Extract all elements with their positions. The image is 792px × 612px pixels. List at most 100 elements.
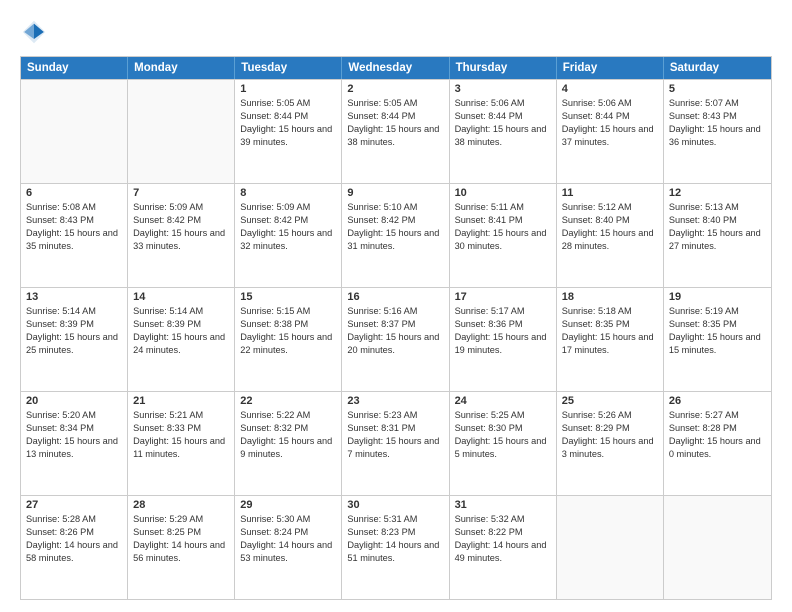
day-number: 31	[455, 499, 551, 511]
cell-info: Sunrise: 5:09 AM Sunset: 8:42 PM Dayligh…	[240, 201, 336, 253]
week-row-3: 13 Sunrise: 5:14 AM Sunset: 8:39 PM Dayli…	[21, 287, 771, 391]
cell-info: Sunrise: 5:28 AM Sunset: 8:26 PM Dayligh…	[26, 513, 122, 565]
cell-info: Sunrise: 5:07 AM Sunset: 8:43 PM Dayligh…	[669, 97, 766, 149]
cal-cell-18: 18Sunrise: 5:18 AM Sunset: 8:35 PM Dayli…	[557, 288, 664, 391]
day-number: 5	[669, 83, 766, 95]
logo	[20, 18, 54, 46]
cell-info: Sunrise: 5:09 AM Sunset: 8:42 PM Dayligh…	[133, 201, 229, 253]
day-header-saturday: Saturday	[664, 57, 771, 79]
calendar-header: SundayMondayTuesdayWednesdayThursdayFrid…	[21, 57, 771, 79]
cal-cell-30: 30 Sunrise: 5:31 AM Sunset: 8:23 PM Dayli…	[342, 496, 449, 599]
cal-cell-6: 6 Sunrise: 5:08 AM Sunset: 8:43 PM Daylig…	[21, 184, 128, 287]
day-number: 11	[562, 187, 658, 199]
day-header-sunday: Sunday	[21, 57, 128, 79]
cal-cell-26: 26Sunrise: 5:27 AM Sunset: 8:28 PM Dayli…	[664, 392, 771, 495]
day-header-friday: Friday	[557, 57, 664, 79]
cal-cell-13: 13 Sunrise: 5:14 AM Sunset: 8:39 PM Dayli…	[21, 288, 128, 391]
day-header-tuesday: Tuesday	[235, 57, 342, 79]
cell-info: Sunrise: 5:05 AM Sunset: 8:44 PM Dayligh…	[347, 97, 443, 149]
cell-info: Sunrise: 5:10 AM Sunset: 8:42 PM Dayligh…	[347, 201, 443, 253]
cal-cell-25: 25Sunrise: 5:26 AM Sunset: 8:29 PM Dayli…	[557, 392, 664, 495]
day-number: 27	[26, 499, 122, 511]
cal-cell-8: 8 Sunrise: 5:09 AM Sunset: 8:42 PM Daylig…	[235, 184, 342, 287]
cell-info: Sunrise: 5:30 AM Sunset: 8:24 PM Dayligh…	[240, 513, 336, 565]
day-number: 29	[240, 499, 336, 511]
cal-cell-29: 29 Sunrise: 5:30 AM Sunset: 8:24 PM Dayli…	[235, 496, 342, 599]
day-number: 2	[347, 83, 443, 95]
cal-cell-24: 24Sunrise: 5:25 AM Sunset: 8:30 PM Dayli…	[450, 392, 557, 495]
cell-info: Sunrise: 5:25 AM Sunset: 8:30 PM Dayligh…	[455, 409, 551, 461]
cell-info: Sunrise: 5:11 AM Sunset: 8:41 PM Dayligh…	[455, 201, 551, 253]
cal-cell-12: 12Sunrise: 5:13 AM Sunset: 8:40 PM Dayli…	[664, 184, 771, 287]
day-header-monday: Monday	[128, 57, 235, 79]
day-number: 4	[562, 83, 658, 95]
day-number: 7	[133, 187, 229, 199]
day-number: 26	[669, 395, 766, 407]
cell-info: Sunrise: 5:32 AM Sunset: 8:22 PM Dayligh…	[455, 513, 551, 565]
day-number: 19	[669, 291, 766, 303]
cell-info: Sunrise: 5:16 AM Sunset: 8:37 PM Dayligh…	[347, 305, 443, 357]
cell-info: Sunrise: 5:29 AM Sunset: 8:25 PM Dayligh…	[133, 513, 229, 565]
cal-cell-27: 27 Sunrise: 5:28 AM Sunset: 8:26 PM Dayli…	[21, 496, 128, 599]
cal-cell-20: 20 Sunrise: 5:20 AM Sunset: 8:34 PM Dayli…	[21, 392, 128, 495]
cell-info: Sunrise: 5:23 AM Sunset: 8:31 PM Dayligh…	[347, 409, 443, 461]
day-number: 10	[455, 187, 551, 199]
cal-cell-23: 23 Sunrise: 5:23 AM Sunset: 8:31 PM Dayli…	[342, 392, 449, 495]
cal-cell-19: 19 Sunrise: 5:19 AM Sunset: 8:35 PM Dayli…	[664, 288, 771, 391]
cell-info: Sunrise: 5:14 AM Sunset: 8:39 PM Dayligh…	[26, 305, 122, 357]
cell-info: Sunrise: 5:31 AM Sunset: 8:23 PM Dayligh…	[347, 513, 443, 565]
cell-info: Sunrise: 5:14 AM Sunset: 8:39 PM Dayligh…	[133, 305, 229, 357]
cell-info: Sunrise: 5:26 AM Sunset: 8:29 PM Dayligh…	[562, 409, 658, 461]
day-header-thursday: Thursday	[450, 57, 557, 79]
cal-cell-14: 14Sunrise: 5:14 AM Sunset: 8:39 PM Dayli…	[128, 288, 235, 391]
day-number: 17	[455, 291, 551, 303]
cal-cell-11: 11Sunrise: 5:12 AM Sunset: 8:40 PM Dayli…	[557, 184, 664, 287]
page: SundayMondayTuesdayWednesdayThursdayFrid…	[0, 0, 792, 612]
cal-cell-3: 3 Sunrise: 5:06 AM Sunset: 8:44 PM Daylig…	[450, 80, 557, 183]
cell-info: Sunrise: 5:15 AM Sunset: 8:38 PM Dayligh…	[240, 305, 336, 357]
day-number: 18	[562, 291, 658, 303]
day-number: 8	[240, 187, 336, 199]
cal-cell-31: 31 Sunrise: 5:32 AM Sunset: 8:22 PM Dayli…	[450, 496, 557, 599]
cell-info: Sunrise: 5:13 AM Sunset: 8:40 PM Dayligh…	[669, 201, 766, 253]
day-number: 21	[133, 395, 229, 407]
calendar-body: 1 Sunrise: 5:05 AM Sunset: 8:44 PM Daylig…	[21, 79, 771, 599]
day-number: 15	[240, 291, 336, 303]
day-number: 13	[26, 291, 122, 303]
cal-cell-7: 7 Sunrise: 5:09 AM Sunset: 8:42 PM Daylig…	[128, 184, 235, 287]
cal-cell-16: 16 Sunrise: 5:16 AM Sunset: 8:37 PM Dayli…	[342, 288, 449, 391]
day-number: 22	[240, 395, 336, 407]
day-number: 23	[347, 395, 443, 407]
cell-info: Sunrise: 5:20 AM Sunset: 8:34 PM Dayligh…	[26, 409, 122, 461]
cell-info: Sunrise: 5:08 AM Sunset: 8:43 PM Dayligh…	[26, 201, 122, 253]
cell-info: Sunrise: 5:22 AM Sunset: 8:32 PM Dayligh…	[240, 409, 336, 461]
cal-cell-1: 1 Sunrise: 5:05 AM Sunset: 8:44 PM Daylig…	[235, 80, 342, 183]
week-row-1: 1 Sunrise: 5:05 AM Sunset: 8:44 PM Daylig…	[21, 79, 771, 183]
day-number: 1	[240, 83, 336, 95]
cal-cell-empty-0-0	[21, 80, 128, 183]
day-number: 28	[133, 499, 229, 511]
cal-cell-4: 4 Sunrise: 5:06 AM Sunset: 8:44 PM Daylig…	[557, 80, 664, 183]
cell-info: Sunrise: 5:17 AM Sunset: 8:36 PM Dayligh…	[455, 305, 551, 357]
day-number: 3	[455, 83, 551, 95]
cal-cell-15: 15 Sunrise: 5:15 AM Sunset: 8:38 PM Dayli…	[235, 288, 342, 391]
day-number: 16	[347, 291, 443, 303]
day-number: 30	[347, 499, 443, 511]
cell-info: Sunrise: 5:05 AM Sunset: 8:44 PM Dayligh…	[240, 97, 336, 149]
cell-info: Sunrise: 5:06 AM Sunset: 8:44 PM Dayligh…	[455, 97, 551, 149]
cell-info: Sunrise: 5:19 AM Sunset: 8:35 PM Dayligh…	[669, 305, 766, 357]
cal-cell-10: 10 Sunrise: 5:11 AM Sunset: 8:41 PM Dayli…	[450, 184, 557, 287]
calendar: SundayMondayTuesdayWednesdayThursdayFrid…	[20, 56, 772, 600]
day-number: 6	[26, 187, 122, 199]
cal-cell-28: 28 Sunrise: 5:29 AM Sunset: 8:25 PM Dayli…	[128, 496, 235, 599]
day-number: 20	[26, 395, 122, 407]
week-row-4: 20 Sunrise: 5:20 AM Sunset: 8:34 PM Dayli…	[21, 391, 771, 495]
cal-cell-5: 5 Sunrise: 5:07 AM Sunset: 8:43 PM Daylig…	[664, 80, 771, 183]
cal-cell-empty-4-5	[557, 496, 664, 599]
day-number: 9	[347, 187, 443, 199]
cal-cell-21: 21Sunrise: 5:21 AM Sunset: 8:33 PM Dayli…	[128, 392, 235, 495]
week-row-5: 27 Sunrise: 5:28 AM Sunset: 8:26 PM Dayli…	[21, 495, 771, 599]
day-header-wednesday: Wednesday	[342, 57, 449, 79]
cell-info: Sunrise: 5:06 AM Sunset: 8:44 PM Dayligh…	[562, 97, 658, 149]
cal-cell-9: 9 Sunrise: 5:10 AM Sunset: 8:42 PM Daylig…	[342, 184, 449, 287]
